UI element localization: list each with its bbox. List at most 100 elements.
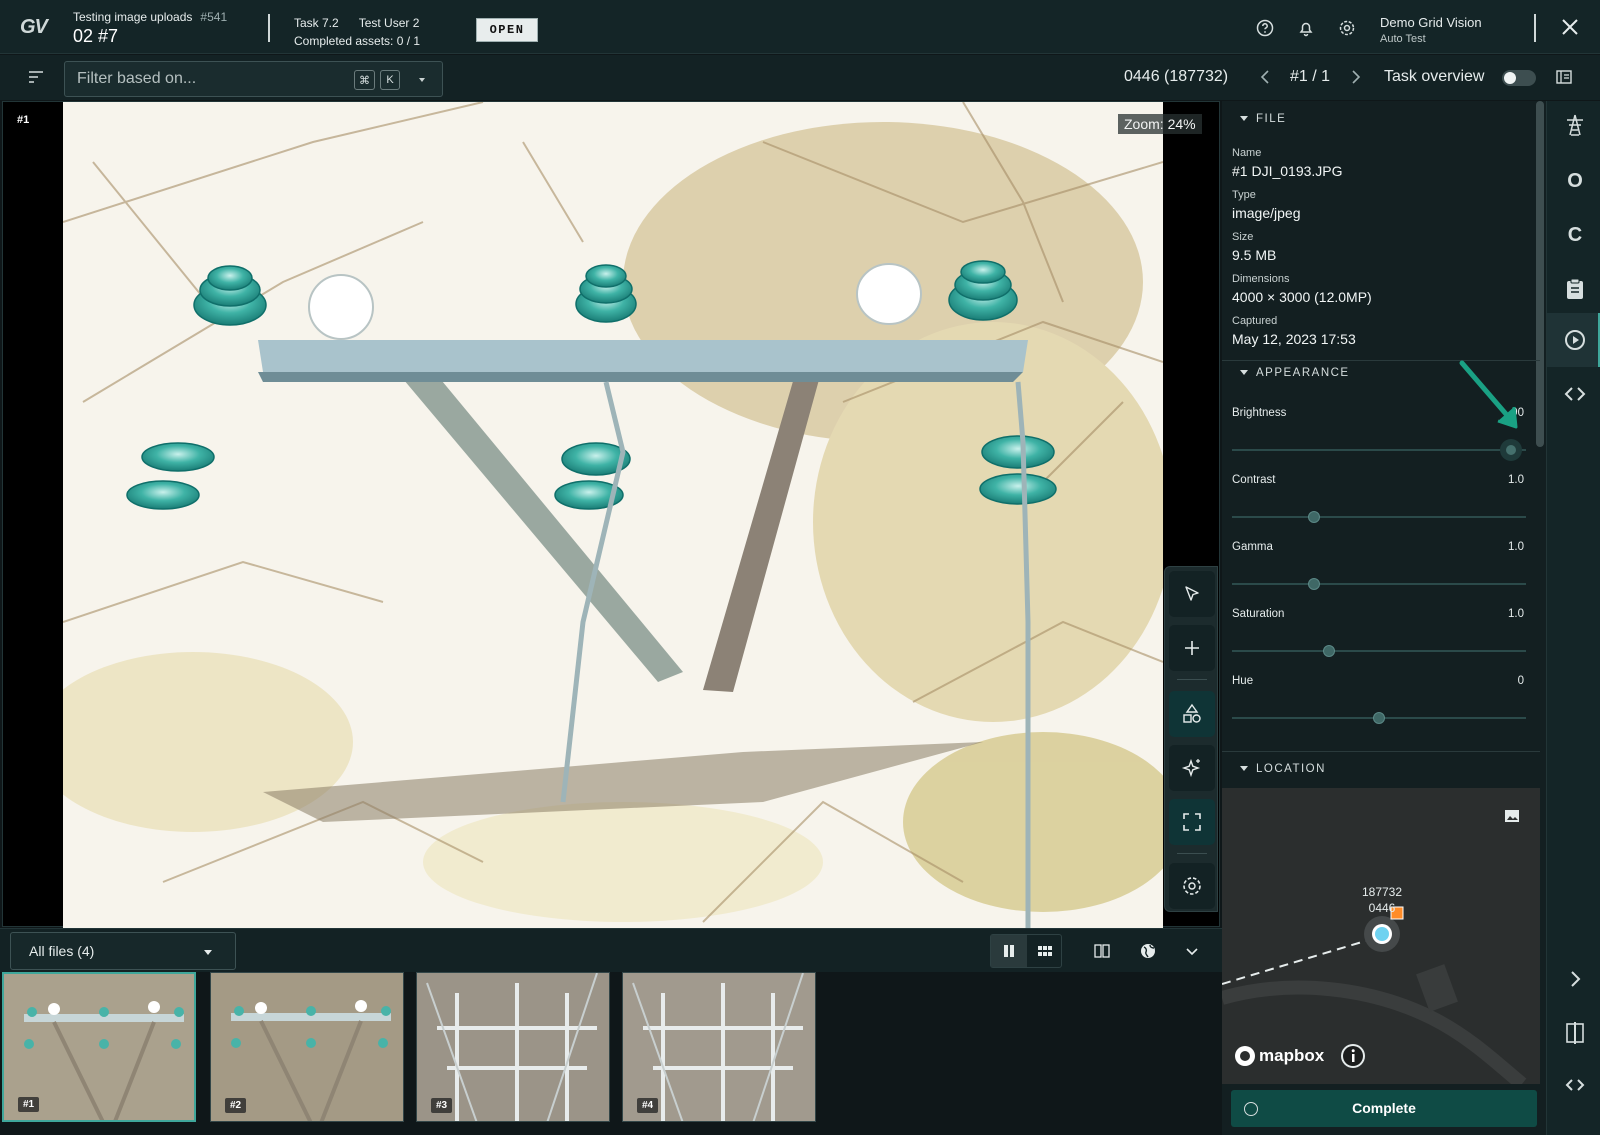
location-map[interactable]: 187732 0446 mapbox — [1222, 788, 1540, 1084]
completed-assets: Completed assets: 0 / 1 — [294, 34, 421, 48]
close-icon[interactable] — [1559, 16, 1581, 38]
right-icon-rail: O C — [1546, 101, 1600, 1135]
history-icon[interactable] — [1563, 328, 1587, 352]
file-captured-label: Captured — [1232, 315, 1278, 327]
app-logo[interactable]: GV — [20, 16, 48, 39]
single-column-icon[interactable] — [1001, 943, 1017, 959]
gear-icon[interactable] — [1338, 19, 1356, 37]
panel-scrollbar[interactable] — [1536, 101, 1544, 447]
file-type-label: Type — [1232, 189, 1256, 201]
rail-item-c[interactable]: C — [1563, 223, 1587, 247]
compare-icon[interactable] — [1094, 943, 1110, 959]
image-viewer[interactable]: #1 Zoom: 24% — [2, 101, 1220, 928]
globe-icon[interactable] — [1140, 943, 1156, 959]
file-size-label: Size — [1232, 231, 1254, 243]
code-icon[interactable] — [1563, 1073, 1587, 1097]
pager: #1 / 1 — [1290, 68, 1331, 85]
thumbnail-4[interactable]: #4 — [622, 972, 816, 1122]
select-tool-button[interactable] — [1169, 571, 1215, 617]
gamma-slider[interactable] — [1232, 578, 1526, 590]
viewer-settings-button[interactable] — [1169, 863, 1215, 909]
section-divider — [1222, 751, 1540, 752]
file-section-header[interactable]: FILE — [1240, 113, 1286, 125]
thumbnail-2[interactable]: #2 — [210, 972, 404, 1122]
file-name-value: #1 DJI_0193.JPG — [1232, 163, 1343, 179]
slider-knob[interactable] — [1308, 511, 1321, 523]
gamma-value: 1.0 — [1508, 541, 1524, 553]
view-mode-toggle — [990, 934, 1062, 968]
hue-label: Hue — [1232, 675, 1254, 687]
fullscreen-icon — [1183, 813, 1201, 831]
sort-icon[interactable] — [28, 70, 44, 84]
task-overview-label: Task overview — [1384, 68, 1485, 85]
plus-icon — [1185, 641, 1199, 655]
file-dims-label: Dimensions — [1232, 273, 1290, 285]
slider-knob[interactable] — [1308, 578, 1321, 590]
filter-box[interactable]: ⌘ K — [64, 61, 443, 97]
info-icon[interactable] — [1340, 1043, 1366, 1069]
help-icon[interactable] — [1256, 19, 1274, 37]
thumbnail-3[interactable]: #3 — [416, 972, 610, 1122]
saturation-slider[interactable] — [1232, 645, 1526, 657]
mapbox-wordmark: mapbox — [1259, 1046, 1325, 1065]
panel-layout-icon[interactable] — [1556, 70, 1572, 84]
code-icon[interactable] — [1563, 382, 1587, 406]
files-filter-dropdown[interactable]: All files (4) — [10, 932, 236, 970]
rail-item-o[interactable]: O — [1563, 169, 1587, 193]
gamma-label: Gamma — [1232, 541, 1273, 553]
slider-knob[interactable] — [1323, 645, 1336, 657]
files-filter-label: All files (4) — [29, 943, 95, 959]
slider-knob[interactable] — [1500, 439, 1523, 461]
complete-button[interactable]: Complete — [1231, 1090, 1537, 1127]
slider-knob[interactable] — [1373, 712, 1385, 724]
asset-id: 0446 (187732) — [1124, 68, 1229, 85]
app-root: GV Testing image uploads #541 02 #7 Task … — [0, 0, 1600, 1135]
prev-chevron-icon[interactable] — [1258, 69, 1272, 85]
contrast-label: Contrast — [1232, 474, 1276, 486]
chevron-down-icon — [204, 950, 212, 955]
bell-icon[interactable] — [1297, 19, 1315, 37]
inspection-photo[interactable] — [63, 102, 1163, 928]
power-tower-icon[interactable] — [1563, 113, 1587, 137]
tool-palette — [1164, 566, 1218, 912]
filter-dropdown-caret[interactable] — [419, 78, 425, 82]
clipboard-icon[interactable] — [1563, 277, 1587, 301]
filter-input[interactable] — [77, 68, 357, 90]
fullscreen-button[interactable] — [1169, 799, 1215, 845]
file-dims-value: 4000 × 3000 (12.0MP) — [1232, 289, 1372, 305]
ai-assist-button[interactable] — [1169, 745, 1215, 791]
shortcut-cmd-key: ⌘ — [354, 70, 375, 90]
properties-panel: FILE Name #1 DJI_0193.JPG Type image/jpe… — [1222, 101, 1546, 1135]
location-section-header[interactable]: LOCATION — [1240, 763, 1326, 775]
task-overview-toggle[interactable] — [1502, 70, 1536, 86]
thumbnail-tag: #2 — [225, 1098, 247, 1113]
settings-icon — [1183, 877, 1201, 895]
add-button[interactable] — [1169, 625, 1215, 671]
status-badge: OPEN — [476, 18, 538, 42]
task-info: Task 7.2 Test User 2 Completed assets: 0 … — [294, 14, 420, 50]
user-menu[interactable]: Demo Grid Vision Auto Test — [1380, 14, 1482, 48]
saturation-value: 1.0 — [1508, 608, 1524, 620]
thumbnail-tag: #1 — [18, 1097, 40, 1112]
brightness-slider[interactable] — [1232, 439, 1526, 461]
chevron-down-icon[interactable] — [1184, 943, 1200, 959]
shapes-tool-button[interactable] — [1169, 691, 1215, 737]
asset-line: 02 #7 — [73, 26, 119, 46]
mapbox-attribution[interactable]: mapbox — [1234, 1043, 1366, 1069]
map-marker-label-asset: 0446 — [1368, 901, 1396, 915]
next-chevron-icon[interactable] — [1349, 69, 1363, 85]
chevron-right-icon[interactable] — [1563, 967, 1587, 991]
ai-sparkle-icon — [1181, 758, 1201, 778]
split-view-icon[interactable] — [1563, 1021, 1587, 1045]
file-name-label: Name — [1232, 147, 1262, 159]
file-captured-value: May 12, 2023 17:53 — [1232, 331, 1356, 347]
thumbnail-1[interactable]: #1 — [2, 972, 196, 1122]
appearance-section-header[interactable]: APPEARANCE — [1240, 367, 1350, 379]
hue-slider[interactable] — [1232, 712, 1526, 724]
grid-view-icon[interactable] — [1037, 943, 1053, 959]
image-number: #1 — [17, 114, 30, 126]
image-icon[interactable] — [1504, 808, 1520, 824]
contrast-slider[interactable] — [1232, 511, 1526, 523]
header-divider — [268, 14, 270, 42]
contrast-value: 1.0 — [1508, 474, 1524, 486]
